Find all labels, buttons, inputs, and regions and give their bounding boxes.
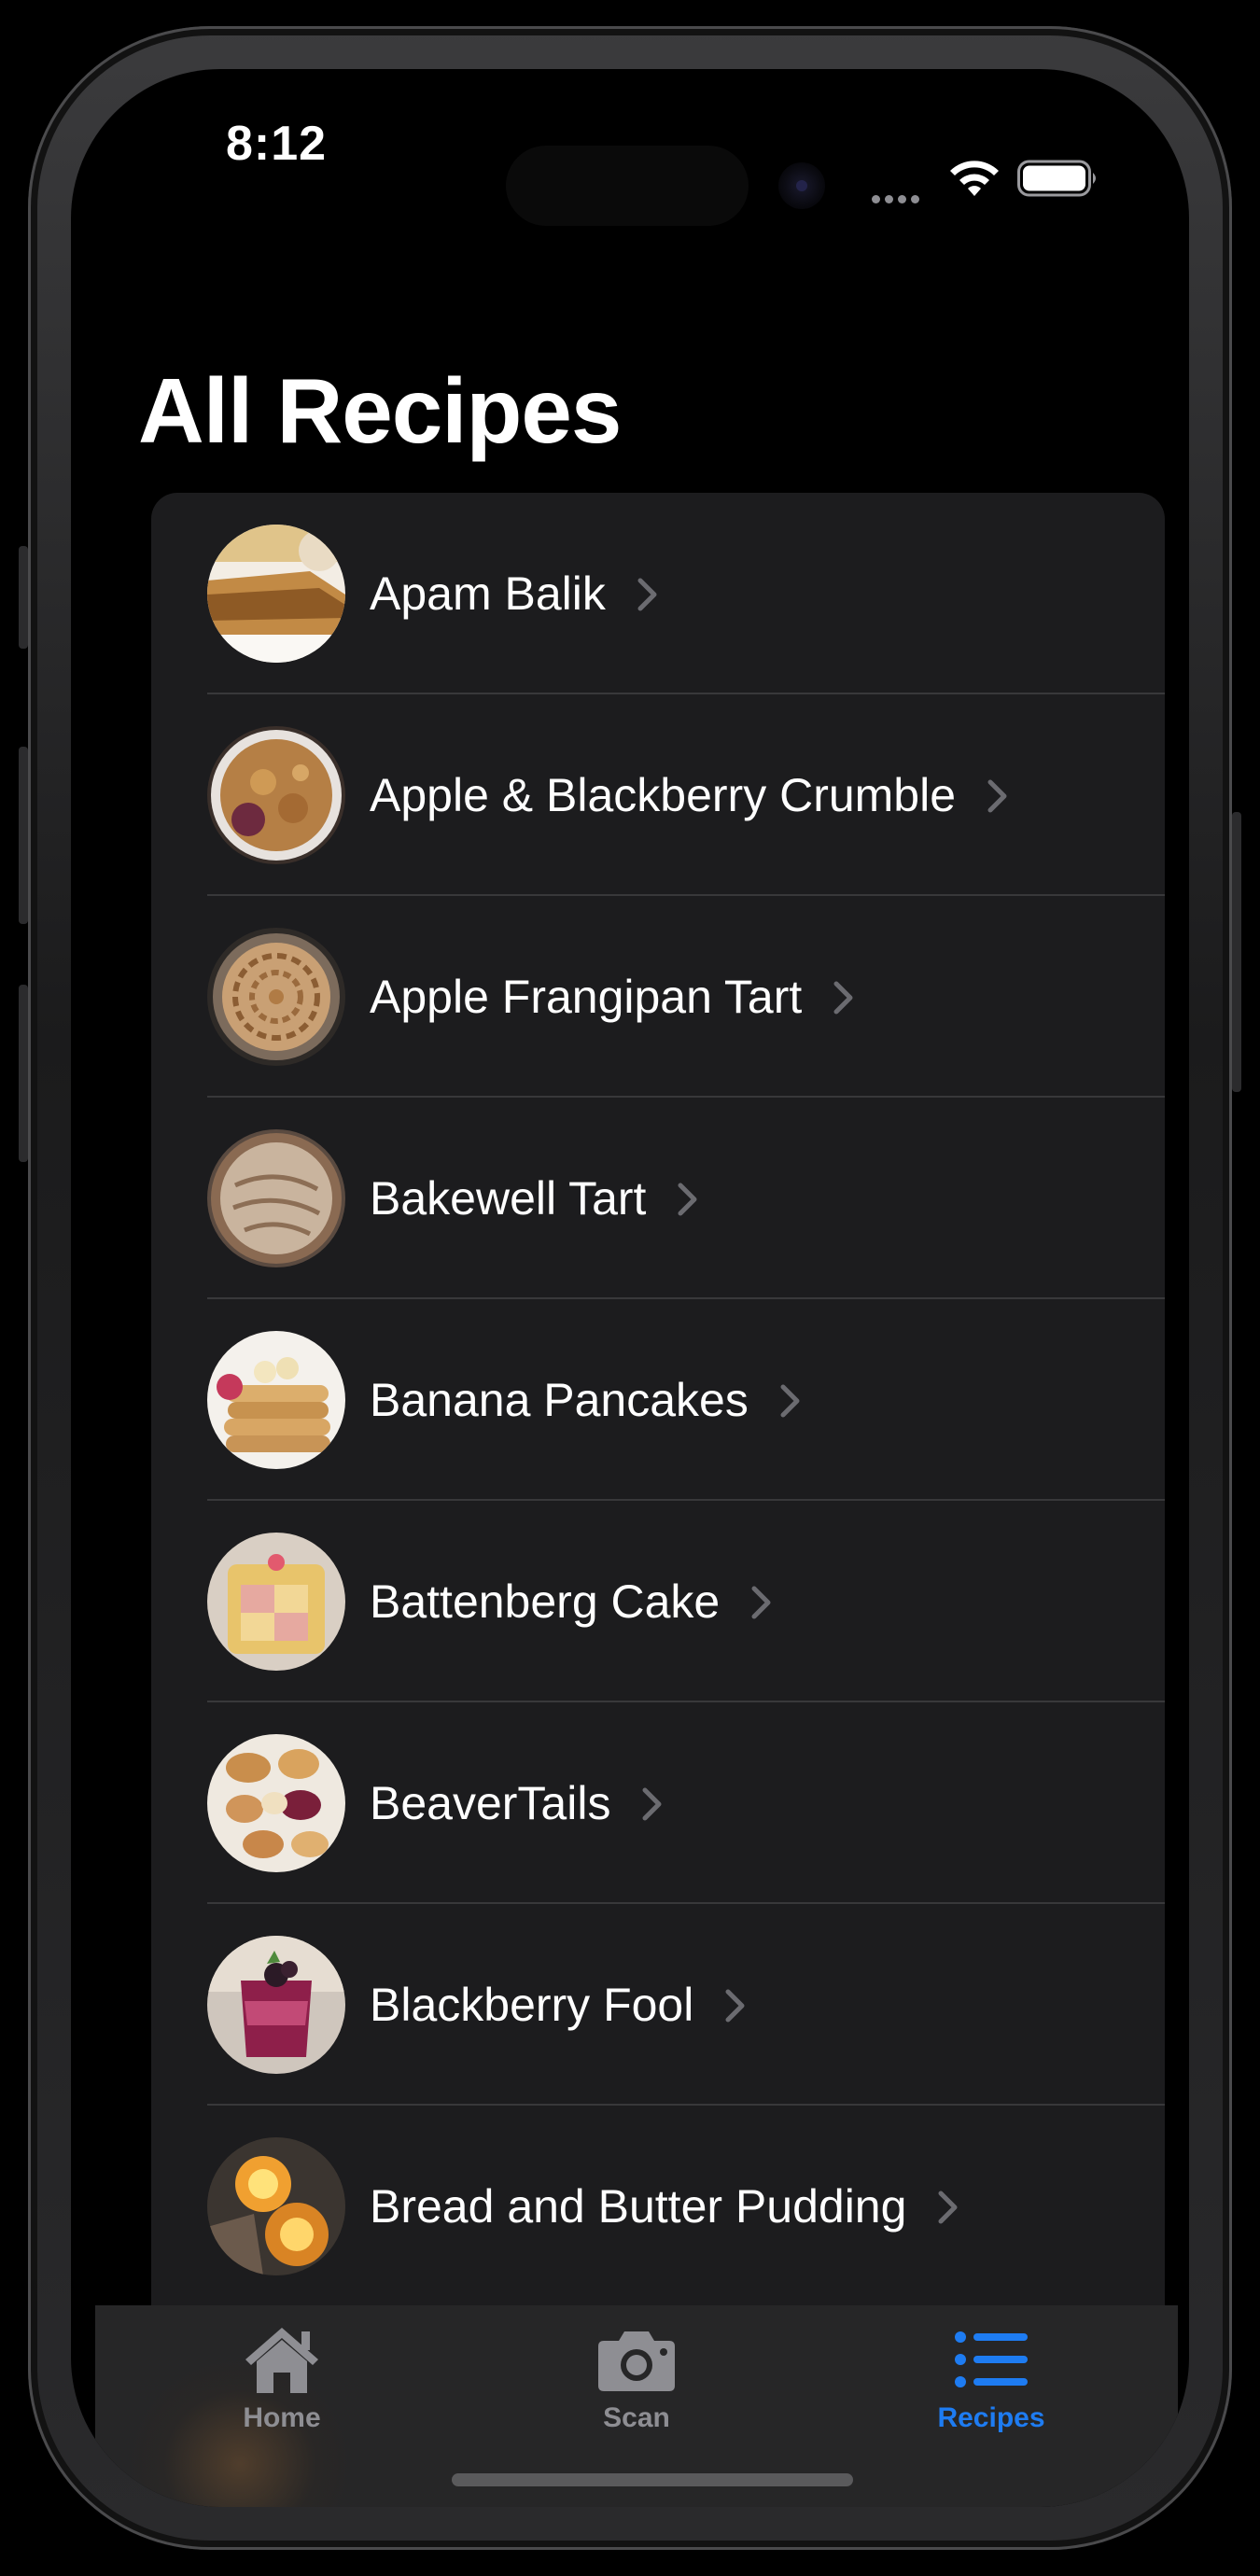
camera-icon	[598, 2331, 675, 2391]
recipe-thumbnail	[207, 2137, 345, 2275]
recipe-thumbnail	[207, 1734, 345, 1872]
recipe-row-beavertails[interactable]: BeaverTails	[151, 1702, 1165, 1904]
screen: 8:12 All Recipes Apam Balik Apple & Blac…	[71, 69, 1189, 2507]
recipe-row-apple-blackberry-crumble[interactable]: Apple & Blackberry Crumble	[151, 694, 1165, 896]
recipe-thumbnail	[207, 1533, 345, 1671]
recipe-name: Apam Balik	[370, 567, 606, 620]
recipe-thumbnail	[207, 525, 345, 663]
house-icon	[245, 2328, 318, 2393]
tab-scan-label: Scan	[603, 2402, 670, 2433]
recipe-name: Apple Frangipan Tart	[370, 971, 803, 1023]
front-camera-icon	[778, 162, 825, 209]
volume-up-button	[19, 747, 28, 924]
tab-home-label: Home	[243, 2402, 321, 2433]
action-button	[19, 546, 28, 649]
recipe-name: Banana Pancakes	[370, 1374, 749, 1426]
recipe-name: BeaverTails	[370, 1777, 611, 1829]
recipe-name: Battenberg Cake	[370, 1575, 721, 1628]
chevron-right-icon	[987, 779, 1007, 813]
recipe-row-blackberry-fool[interactable]: Blackberry Fool	[151, 1904, 1165, 2106]
recipe-thumbnail	[207, 928, 345, 1066]
chevron-right-icon	[637, 578, 657, 611]
recipe-list: Apam Balik Apple & Blackberry Crumble Ap…	[151, 493, 1165, 2346]
status-time: 8:12	[226, 117, 328, 171]
chevron-right-icon	[780, 1384, 800, 1418]
recipe-thumbnail	[207, 1331, 345, 1469]
recipe-name: Blackberry Fool	[370, 1979, 694, 2031]
chevron-right-icon	[938, 2191, 958, 2224]
volume-down-button	[19, 985, 28, 1162]
list-icon	[955, 2331, 1028, 2387]
recipe-row-bakewell-tart[interactable]: Bakewell Tart	[151, 1098, 1165, 1299]
recipe-thumbnail	[207, 1936, 345, 2074]
dynamic-island	[506, 146, 749, 226]
recipe-row-battenberg-cake[interactable]: Battenberg Cake	[151, 1501, 1165, 1702]
battery-icon	[1017, 160, 1096, 197]
chevron-right-icon	[725, 1989, 745, 2023]
recipe-row-banana-pancakes[interactable]: Banana Pancakes	[151, 1299, 1165, 1501]
chevron-right-icon	[751, 1586, 771, 1619]
tab-scan[interactable]: Scan	[515, 2324, 758, 2455]
chevron-right-icon	[833, 981, 853, 1015]
home-indicator[interactable]	[452, 2473, 853, 2486]
recipe-name: Bakewell Tart	[370, 1172, 647, 1225]
recipe-thumbnail	[207, 726, 345, 864]
cellular-signal-icon	[872, 162, 928, 209]
recipe-name: Apple & Blackberry Crumble	[370, 769, 957, 821]
tab-recipes-label: Recipes	[937, 2402, 1045, 2433]
tab-recipes[interactable]: Recipes	[870, 2324, 1113, 2455]
recipe-thumbnail	[207, 1129, 345, 1267]
wifi-icon	[950, 161, 999, 196]
phone-frame: 8:12 All Recipes Apam Balik Apple & Blac…	[28, 26, 1232, 2550]
recipe-name: Bread and Butter Pudding	[370, 2180, 907, 2233]
recipe-row-bread-and-butter-pudding[interactable]: Bread and Butter Pudding	[151, 2106, 1165, 2307]
tab-home[interactable]: Home	[161, 2324, 403, 2455]
recipe-row-apam-balik[interactable]: Apam Balik	[151, 493, 1165, 694]
power-button	[1232, 812, 1241, 1092]
chevron-right-icon	[678, 1183, 697, 1216]
chevron-right-icon	[642, 1787, 662, 1821]
page-title: All Recipes	[138, 359, 622, 462]
recipe-row-apple-frangipan-tart[interactable]: Apple Frangipan Tart	[151, 896, 1165, 1098]
